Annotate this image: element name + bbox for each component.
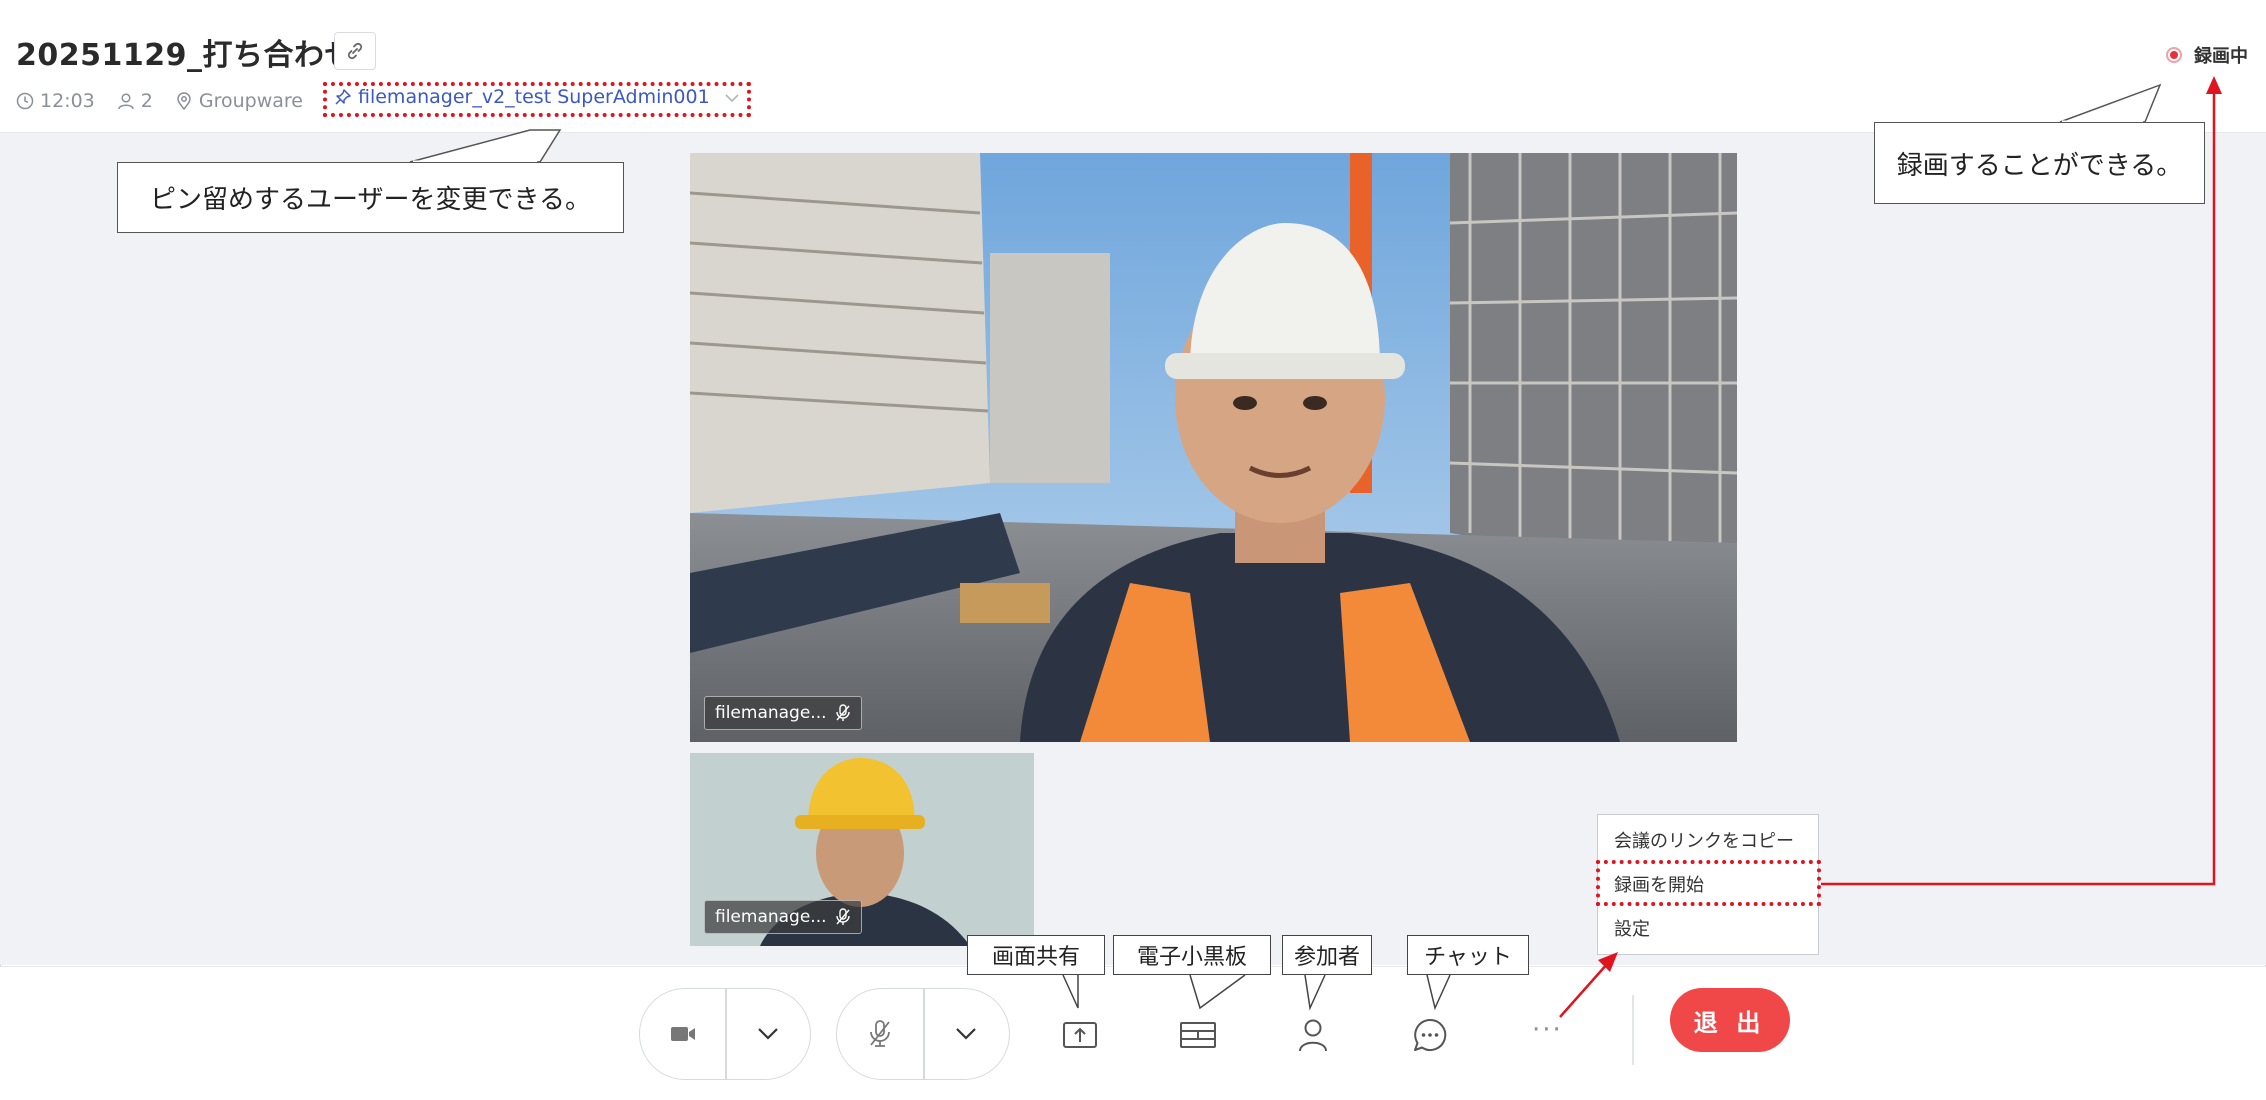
screen-share-button[interactable] [1055,1010,1105,1060]
participant-count: 2 [117,90,153,112]
mic-off-icon [835,908,850,925]
label-screen-share: 画面共有 [967,935,1105,975]
record-dot-icon [2166,47,2182,63]
recording-status-text: 録画中 [2194,46,2248,67]
mic-control-group [836,988,1010,1080]
meeting-header: 20251129_打ち合わせ 12:03 2 Groupware fileman… [0,0,2266,133]
main-video-nametag: filemanage... [704,696,862,730]
camera-control-group [639,988,811,1080]
camera-toggle-button[interactable] [640,989,725,1079]
pin-user-callout: ピン留めするユーザーを変更できる。 [117,162,624,233]
toolbar-divider [1632,995,1634,1065]
chat-button[interactable] [1405,1010,1455,1060]
clock-icon [16,92,34,110]
main-video-image [690,153,1737,742]
recording-indicator: 録画中 [2166,42,2248,68]
meeting-time: 12:03 [16,90,95,112]
person-icon [118,93,134,110]
secondary-video-nametag: filemanage... [704,900,862,934]
secondary-video-tile[interactable]: filemanage... [690,753,1034,946]
recording-callout: 録画することができる。 [1874,122,2205,204]
meeting-title: 20251129_打ち合わせ [16,38,355,73]
more-options-button[interactable]: ··· [1532,1015,1563,1045]
record-menu-highlight-box [1596,860,1821,906]
camera-options-button[interactable] [725,989,810,1079]
mic-off-icon [870,1020,890,1047]
meeting-meta: 12:03 2 Groupware [16,86,325,116]
participants-button[interactable] [1288,1010,1338,1060]
meeting-location: Groupware [175,90,303,112]
person-icon [1299,1019,1327,1052]
mic-toggle-button[interactable] [837,989,923,1079]
blackboard-icon [1180,1022,1216,1048]
label-blackboard: 電子小黒板 [1113,935,1271,975]
copy-link-button[interactable] [334,32,376,70]
label-chat: チャット [1407,935,1529,975]
menu-item-settings[interactable]: 設定 [1614,915,1650,941]
main-video-name: filemanage... [715,703,827,723]
mic-off-icon [835,704,850,721]
blackboard-button[interactable] [1173,1010,1223,1060]
menu-item-copy-link[interactable]: 会議のリンクをコピー [1614,827,1794,853]
chevron-down-icon [757,1028,778,1040]
control-bar [0,966,2266,1100]
link-icon [347,42,363,60]
main-video-tile[interactable]: filemanage... [690,153,1737,742]
secondary-video-name: filemanage... [715,907,827,927]
meeting-time-text: 12:03 [40,90,95,112]
location-icon [177,92,191,110]
mic-options-button[interactable] [923,989,1009,1079]
meeting-location-text: Groupware [198,90,303,112]
chevron-down-icon [956,1028,976,1040]
camera-icon [670,1027,695,1041]
screen-share-icon [1063,1022,1097,1048]
participant-count-text: 2 [140,90,153,112]
pin-highlight-box [323,82,751,117]
chat-icon [1414,1018,1447,1051]
label-participants: 参加者 [1282,935,1372,975]
exit-button[interactable]: 退 出 [1670,988,1790,1052]
